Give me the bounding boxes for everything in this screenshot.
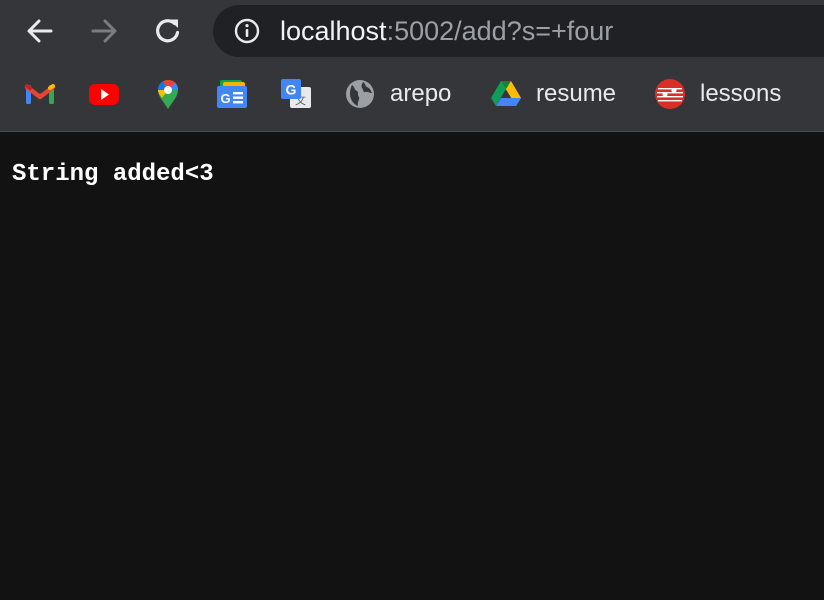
- bookmark-gmail[interactable]: [24, 70, 56, 118]
- bookmark-label: arepo: [390, 80, 452, 107]
- browser-toolbar: localhost:5002/add?s=+four G 文 G arepo r…: [0, 0, 824, 132]
- bookmark-google-news[interactable]: G: [216, 70, 248, 118]
- info-icon[interactable]: [234, 18, 260, 44]
- google-translate-icon: 文 G: [281, 79, 311, 108]
- arrow-left-icon: [27, 19, 53, 43]
- bookmarks-bar: G 文 G arepo resume lessons: [0, 70, 824, 118]
- back-button[interactable]: [16, 8, 64, 54]
- gmail-icon: [24, 84, 56, 104]
- globe-icon: [346, 80, 374, 108]
- forward-button[interactable]: [80, 8, 128, 54]
- google-news-icon: G: [217, 80, 247, 108]
- bookmark-arepo[interactable]: arepo: [344, 70, 451, 118]
- arrow-right-icon: [91, 19, 117, 43]
- youtube-icon: [89, 84, 119, 105]
- page-content: String added<3: [0, 132, 824, 600]
- reload-icon: [156, 19, 180, 43]
- bookmark-resume[interactable]: resume: [490, 70, 616, 118]
- google-drive-icon: [491, 81, 521, 106]
- bookmark-google-maps[interactable]: [152, 70, 184, 118]
- address-bar[interactable]: localhost:5002/add?s=+four: [213, 5, 824, 57]
- url-host: localhost: [280, 16, 387, 46]
- page-text: String added<3: [12, 161, 214, 188]
- url-text[interactable]: localhost:5002/add?s=+four: [280, 17, 613, 45]
- svg-text:G: G: [286, 82, 297, 98]
- bookmark-youtube[interactable]: [88, 70, 120, 118]
- bookmark-label: resume: [536, 80, 617, 107]
- bookmark-lessons[interactable]: lessons: [654, 70, 781, 118]
- music-staff-icon: [655, 79, 685, 109]
- reload-button[interactable]: [144, 8, 192, 54]
- bookmark-google-translate[interactable]: 文 G: [280, 70, 312, 118]
- url-path: :5002/add?s=+four: [386, 16, 614, 46]
- bookmark-label: lessons: [700, 80, 782, 107]
- svg-text:G: G: [221, 91, 231, 106]
- google-maps-icon: [158, 79, 179, 109]
